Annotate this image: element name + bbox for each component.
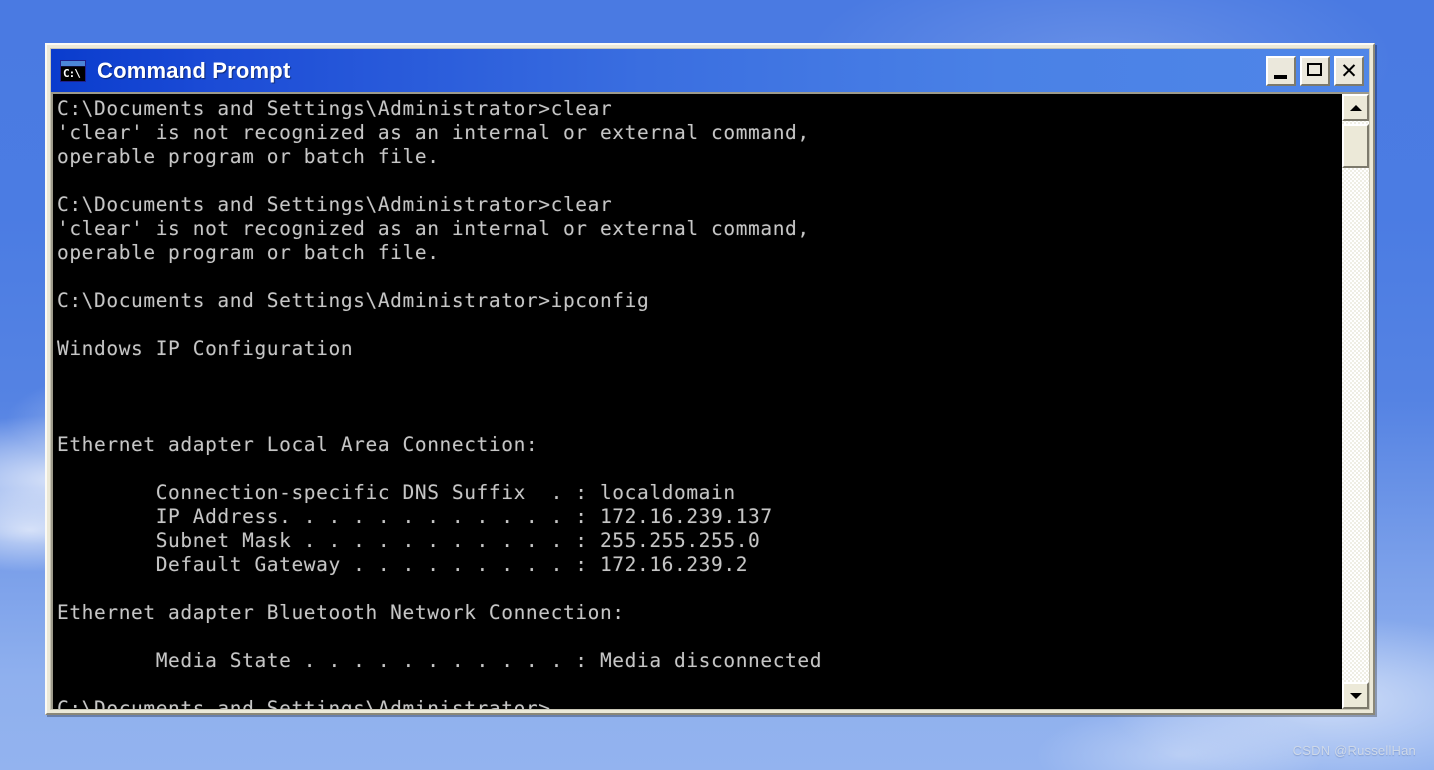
console-line: C:\Documents and Settings\Administrator>…	[57, 97, 613, 120]
console-line: Media State . . . . . . . . . . . : Medi…	[57, 649, 823, 672]
command-prompt-window: C:\ Command Prompt ✕ C:\Documents and Se…	[45, 43, 1375, 715]
console-line: 'clear' is not recognized as an internal…	[57, 121, 810, 144]
console-line: C:\Documents and Settings\Administrator>…	[57, 289, 650, 312]
close-button[interactable]: ✕	[1334, 55, 1364, 86]
minimize-icon	[1274, 74, 1287, 79]
scrollbar-track[interactable]	[1342, 121, 1369, 682]
watermark-text: CSDN @RussellHan	[1292, 743, 1416, 758]
chevron-down-icon	[1349, 692, 1362, 699]
console-line: Ethernet adapter Local Area Connection:	[57, 433, 539, 456]
minimize-button[interactable]	[1266, 55, 1296, 86]
close-icon: ✕	[1340, 58, 1358, 83]
chevron-up-icon	[1349, 104, 1362, 111]
window-titlebar[interactable]: C:\ Command Prompt ✕	[51, 49, 1369, 92]
console-line: Connection-specific DNS Suffix . : local…	[57, 481, 736, 504]
console-line: operable program or batch file.	[57, 145, 440, 168]
console-line: Windows IP Configuration	[57, 337, 354, 360]
console-line: C:\Documents and Settings\Administrator>	[57, 697, 551, 709]
console-line: Default Gateway . . . . . . . . . : 172.…	[57, 553, 749, 576]
console-line: Subnet Mask . . . . . . . . . . . : 255.…	[57, 529, 761, 552]
console-line: operable program or batch file.	[57, 241, 440, 264]
maximize-icon	[1307, 62, 1322, 76]
vertical-scrollbar[interactable]	[1341, 94, 1369, 709]
window-client-area: C:\Documents and Settings\Administrator>…	[51, 92, 1369, 709]
maximize-button[interactable]	[1300, 55, 1330, 86]
desktop-background: C:\ Command Prompt ✕ C:\Documents and Se…	[0, 0, 1434, 770]
command-prompt-icon: C:\	[60, 59, 86, 82]
window-inner-frame: C:\ Command Prompt ✕ C:\Documents and Se…	[50, 48, 1370, 710]
console-line: Ethernet adapter Bluetooth Network Conne…	[57, 601, 625, 624]
command-prompt-icon-label: C:\	[63, 66, 81, 80]
console-output[interactable]: C:\Documents and Settings\Administrator>…	[53, 94, 1341, 709]
window-title: Command Prompt	[97, 57, 291, 83]
console-line: IP Address. . . . . . . . . . . . : 172.…	[57, 505, 773, 528]
scroll-up-button[interactable]	[1342, 94, 1369, 121]
console-line: 'clear' is not recognized as an internal…	[57, 217, 810, 240]
console-line: C:\Documents and Settings\Administrator>…	[57, 193, 613, 216]
scroll-down-button[interactable]	[1342, 682, 1369, 709]
scrollbar-thumb[interactable]	[1342, 124, 1369, 168]
